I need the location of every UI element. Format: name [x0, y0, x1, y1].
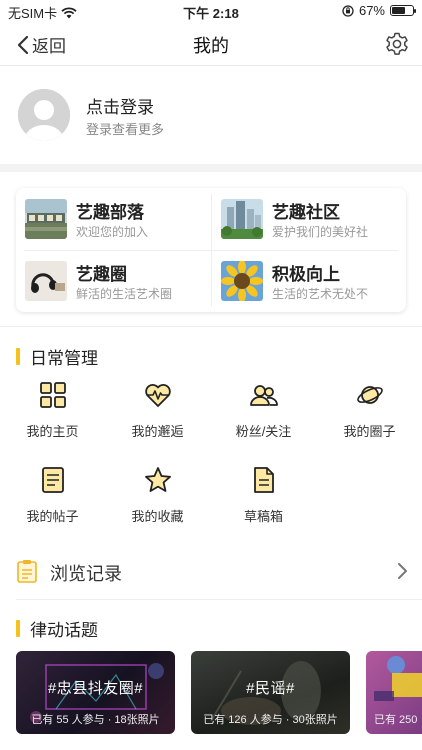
community-title: 积极向上	[272, 265, 340, 284]
star-icon	[144, 467, 171, 492]
community-subtitle: 鲜活的生活艺术圈	[76, 287, 173, 301]
login-subtitle: 登录查看更多	[86, 122, 165, 137]
row-divider	[16, 599, 422, 600]
community-card: 艺趣部落 欢迎您的加入 艺趣社区 爱护我们的美好社 艺趣圈 鲜活的生活艺术圈 积…	[16, 188, 406, 312]
mgmt-item-drafts[interactable]: 草稿箱	[211, 465, 316, 535]
mgmt-item-encounter[interactable]: 我的邂逅	[105, 380, 210, 450]
topic-meta: 已有 250	[374, 714, 418, 726]
draft-file-icon	[253, 467, 274, 493]
grid-home-icon	[39, 382, 66, 408]
community-item-society[interactable]: 艺趣社区 爱护我们的美好社	[212, 188, 407, 250]
tribe-thumbnail	[25, 199, 67, 239]
circle-thumbnail	[25, 261, 67, 301]
section-title: 律动话题	[30, 621, 98, 640]
accent-bar	[16, 348, 20, 365]
positive-thumbnail	[221, 261, 263, 301]
daily-management-header: 日常管理	[16, 344, 98, 369]
community-subtitle: 爱护我们的美好社	[272, 225, 369, 239]
topic-meta: 已有 55 人参与 · 18张照片	[31, 714, 160, 726]
community-subtitle: 欢迎您的加入	[76, 225, 149, 239]
mgmt-label: 我的收藏	[131, 509, 184, 524]
mgmt-label: 我的圈子	[343, 424, 396, 439]
login-title[interactable]: 点击登录	[86, 93, 154, 118]
community-item-circle[interactable]: 艺趣圈 鲜活的生活艺术圈	[16, 250, 211, 312]
nav-bar: 返回 我的	[0, 22, 422, 66]
status-right-group: 67%	[342, 3, 416, 18]
accent-bar	[16, 620, 20, 637]
section-title: 日常管理	[30, 349, 98, 368]
default-avatar-icon	[18, 89, 70, 141]
battery-percent: 67%	[358, 3, 385, 18]
community-title: 艺趣社区	[272, 203, 340, 222]
mgmt-label: 我的邂逅	[131, 424, 184, 439]
people-icon	[249, 385, 278, 406]
browse-history-label: 浏览记录	[50, 564, 122, 584]
battery-icon	[390, 5, 416, 16]
battery-fill	[392, 7, 405, 14]
section-divider	[0, 164, 422, 172]
community-item-tribe[interactable]: 艺趣部落 欢迎您的加入	[16, 188, 211, 250]
mgmt-label: 粉丝/关注	[235, 424, 292, 439]
topic-meta: 已有 126 人参与 · 30张照片	[203, 714, 338, 726]
community-title: 艺趣部落	[76, 203, 144, 222]
section-divider	[0, 326, 422, 327]
mgmt-item-circle[interactable]: 我的圈子	[317, 380, 422, 450]
society-thumbnail	[221, 199, 263, 239]
mgmt-item-fans-follow[interactable]: 粉丝/关注	[211, 380, 316, 450]
heart-pulse-icon	[144, 384, 171, 407]
browse-history-row[interactable]: 浏览记录	[0, 547, 422, 595]
topic-card[interactable]: #民谣# 已有 126 人参与 · 30张照片	[191, 651, 350, 734]
topic-card[interactable]: 已有 250	[366, 651, 422, 734]
mgmt-label: 草稿箱	[243, 509, 283, 524]
gear-icon[interactable]	[384, 31, 410, 57]
chevron-right-icon	[398, 563, 407, 579]
mgmt-label: 我的主页	[26, 424, 79, 439]
mgmt-item-homepage[interactable]: 我的主页	[0, 380, 105, 450]
topic-card[interactable]: #忠县抖友圈# 已有 55 人参与 · 18张照片	[16, 651, 175, 734]
community-item-positive[interactable]: 积极向上 生活的艺术无处不	[212, 250, 407, 312]
community-subtitle: 生活的艺术无处不	[272, 287, 369, 301]
community-title: 艺趣圈	[76, 265, 127, 284]
topics-header: 律动话题	[16, 616, 98, 641]
mgmt-item-favorites[interactable]: 我的收藏	[105, 465, 210, 535]
orientation-lock-icon	[342, 4, 354, 17]
page-title: 我的	[193, 36, 229, 56]
topic-name: #民谣#	[246, 680, 295, 697]
topic-name: #忠县抖友圈#	[47, 680, 144, 697]
mgmt-label: 我的帖子	[26, 509, 79, 524]
mgmt-item-posts[interactable]: 我的帖子	[0, 465, 105, 535]
avatar[interactable]	[18, 89, 70, 141]
planet-icon	[356, 386, 383, 404]
clipboard-icon	[17, 560, 37, 583]
profile-section[interactable]: 点击登录 登录查看更多	[0, 67, 422, 164]
document-list-icon	[41, 467, 64, 493]
status-bar: 无SIM卡 下午 2:18 67%	[0, 0, 422, 22]
